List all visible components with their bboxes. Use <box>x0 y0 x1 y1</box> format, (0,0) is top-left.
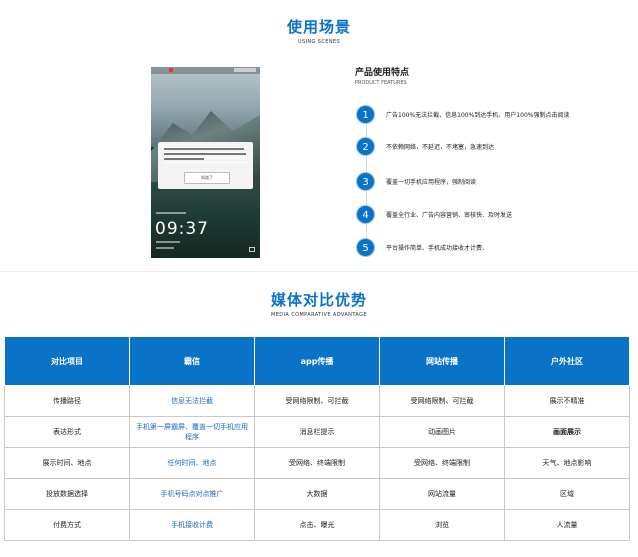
section-title: 媒体对比优势 <box>270 291 367 309</box>
popup-ok-button[interactable]: 知道了 <box>184 172 230 184</box>
table-header-cell: 户外社区 <box>504 336 630 386</box>
table-cell: 区域 <box>504 478 630 510</box>
feature-text: 覆盖全行业、广告内容营销、审核快、及时发送 <box>386 212 513 219</box>
phone-mockup-image: 知道了 09:37 <box>151 67 260 258</box>
table-cell: 手机第一屏霸屏、覆盖一切手机应用程序 <box>129 416 255 448</box>
phone-status-bar <box>151 67 260 74</box>
table-header-cell: 网站传播 <box>379 336 505 386</box>
table-cell: 点击、曝光 <box>254 509 380 541</box>
feature-number-badge: 1 <box>356 105 375 124</box>
table-cell: 表达形式 <box>4 416 130 448</box>
table-cell: 手机号码点对点推广 <box>129 478 255 510</box>
section-title: 使用场景 <box>286 18 351 36</box>
feature-text: 广告100%无法拦截、信息100%到达手机、用户100%强制点击阅读 <box>386 112 570 119</box>
feature-number-badge: 2 <box>356 137 375 156</box>
table-cell: 受网络、终端限制 <box>379 447 505 479</box>
comparison-table: 对比项目 霸信 app传播 网站传播 户外社区 传播路径 信息无法拦截 受网络限… <box>4 336 630 541</box>
feature-text: 平台操作简单、手机成功接收才计费、 <box>386 245 489 252</box>
table-cell: 动画图片 <box>379 416 505 448</box>
section-usage-title: 使用场景 USING SCENES <box>0 16 638 45</box>
table-cell: 任何时间、地点 <box>129 447 255 479</box>
feature-number-badge: 5 <box>356 238 375 257</box>
section-media-title: 媒体对比优势 MEDIA COMPARATIVE ADVANTAGE <box>0 289 638 318</box>
features-subtitle: PRODUCT FEATURES <box>355 80 407 86</box>
table-cell: 受网络、终端限制 <box>254 447 380 479</box>
section-divider <box>0 271 638 272</box>
table-cell: 人流量 <box>504 509 630 541</box>
table-header-cell: 对比项目 <box>4 336 130 386</box>
table-cell: 网站流量 <box>379 478 505 510</box>
table-cell: 受网络限制、可拦截 <box>379 385 505 417</box>
table-row: 付费方式 手机接收计费 点击、曝光 浏览 人流量 <box>4 509 630 541</box>
table-cell: 展示不精准 <box>504 385 630 417</box>
table-cell: 天气、地点影响 <box>504 447 630 479</box>
table-header-row: 对比项目 霸信 app传播 网站传播 户外社区 <box>4 336 630 386</box>
table-row: 投放数据选择 手机号码点对点推广 大数据 网站流量 区域 <box>4 478 630 510</box>
feature-number-badge: 4 <box>356 205 375 224</box>
feature-text: 不依赖网络，不延迟，不堵塞，急速到达 <box>386 144 495 151</box>
table-cell: 手机接收计费 <box>129 509 255 541</box>
section-subtitle: USING SCENES <box>297 39 341 45</box>
table-header-cell: app传播 <box>254 336 380 386</box>
table-cell: 信息无法拦截 <box>129 385 255 417</box>
table-cell: 浏览 <box>379 509 505 541</box>
table-cell: 画面展示 <box>504 416 630 448</box>
camera-icon <box>249 247 255 252</box>
table-cell: 传播路径 <box>4 385 130 417</box>
table-row: 表达形式 手机第一屏霸屏、覆盖一切手机应用程序 消息栏提示 动画图片 画面展示 <box>4 416 630 448</box>
phone-clock: 09:37 <box>155 219 209 239</box>
features-heading: 产品使用特点 PRODUCT FEATURES <box>355 65 409 86</box>
table-cell: 大数据 <box>254 478 380 510</box>
table-header-cell: 霸信 <box>129 336 255 386</box>
feature-number-badge: 3 <box>356 172 375 191</box>
section-subtitle: MEDIA COMPARATIVE ADVANTAGE <box>271 312 367 318</box>
feature-text: 覆盖一切手机应用程序，强制阅读 <box>386 179 477 186</box>
table-cell: 付费方式 <box>4 509 130 541</box>
table-cell: 受网络限制、可拦截 <box>254 385 380 417</box>
phone-popup-message: 知道了 <box>158 142 253 189</box>
table-cell: 展示时间、地点 <box>4 447 130 479</box>
table-cell: 消息栏提示 <box>254 416 380 448</box>
table-row: 展示时间、地点 任何时间、地点 受网络、终端限制 受网络、终端限制 天气、地点影… <box>4 447 630 479</box>
features-title: 产品使用特点 <box>355 68 410 78</box>
table-row: 传播路径 信息无法拦截 受网络限制、可拦截 受网络限制、可拦截 展示不精准 <box>4 385 630 417</box>
table-cell: 投放数据选择 <box>4 478 130 510</box>
